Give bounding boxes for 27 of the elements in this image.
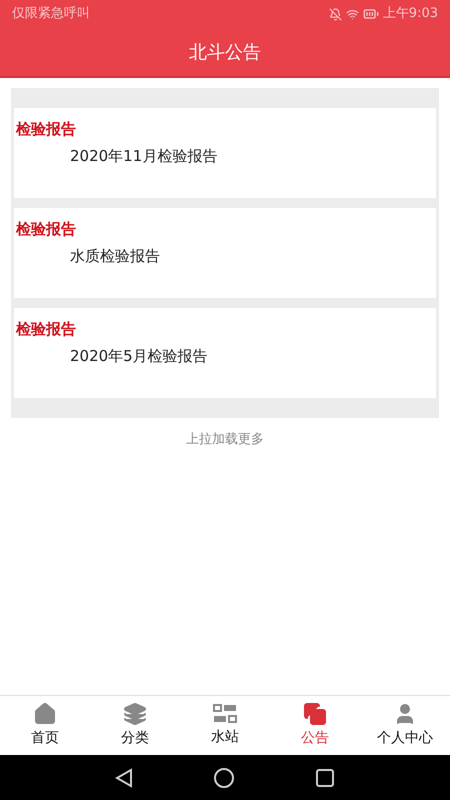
back-icon[interactable] (115, 768, 133, 788)
nav-tab[interactable]: 首页 (0, 696, 90, 755)
mute-icon (328, 8, 342, 20)
home-icon (33, 702, 57, 726)
page-title: 北斗公告 (189, 40, 261, 64)
notice-title: 2020年5月检验报告 (69, 346, 209, 366)
nav-tab[interactable]: 个人中心 (360, 696, 450, 755)
documents-icon (303, 702, 327, 726)
notice-title: 2020年11月检验报告 (69, 146, 218, 166)
nav-tab[interactable]: 分类 (90, 696, 180, 755)
load-more-text: 上拉加载更多 (186, 431, 264, 449)
nav-tab[interactable]: 水站 (180, 696, 270, 755)
category-label: 检验报告 (16, 319, 77, 340)
notice-card[interactable]: 检验报告 2020年5月检验报告 (14, 308, 436, 398)
category-label: 检验报告 (16, 219, 77, 240)
layers-icon (123, 702, 147, 726)
notice-card[interactable]: 检验报告 水质检验报告 (14, 208, 436, 298)
category-label: 检验报告 (16, 119, 77, 140)
notice-card[interactable]: 检验报告 2020年11月检验报告 (14, 108, 436, 198)
grid-icon (212, 703, 238, 725)
carrier-text: 仅限紧急呼叫 (12, 5, 90, 24)
nav-tab[interactable]: 公告 (270, 696, 360, 755)
wifi-icon (346, 8, 359, 20)
home-circle-icon[interactable] (213, 766, 235, 788)
recents-icon[interactable] (315, 768, 335, 788)
notice-title: 水质检验报告 (69, 246, 161, 266)
clock-text: 上午9:03 (382, 5, 438, 24)
